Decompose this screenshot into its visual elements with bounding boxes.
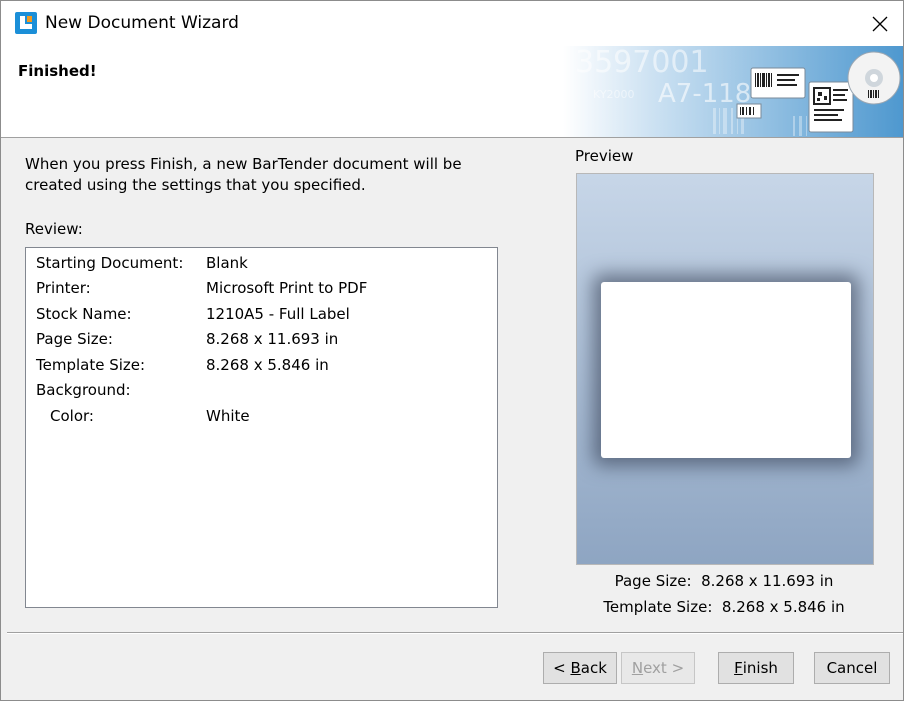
review-key: Color: (50, 407, 94, 425)
preview-template-size-value: 8.268 x 5.846 in (721, 598, 845, 616)
window-title: New Document Wizard (45, 13, 239, 33)
review-key: Printer: (36, 279, 91, 297)
banner-small-text: KY2000 (593, 88, 635, 101)
review-key: Page Size: (36, 330, 113, 348)
intro-text: When you press Finish, a new BarTender d… (25, 155, 462, 194)
back-button-prefix: < (553, 659, 571, 677)
review-value: 8.268 x 11.693 in (206, 330, 339, 348)
cancel-button[interactable]: Cancel (814, 652, 890, 684)
review-key: Stock Name: (36, 305, 132, 323)
review-value: 8.268 x 5.846 in (206, 356, 329, 374)
title-bar: New Document Wizard (1, 1, 903, 46)
preview-page-size-label: Page Size: (614, 572, 692, 590)
preview-page-size-value: 8.268 x 11.693 in (701, 572, 834, 590)
preview-template-size-label: Template Size: (603, 598, 713, 616)
finish-button-hotkey: F (734, 659, 743, 677)
back-button[interactable]: < Back (543, 652, 617, 684)
back-button-label: ack (580, 659, 607, 677)
review-value: White (206, 407, 250, 425)
preview-template-size: Template Size: 8.268 x 5.846 in (576, 598, 872, 616)
review-value: Microsoft Print to PDF (206, 279, 368, 297)
finish-button-label: inish (742, 659, 778, 677)
bartender-app-icon (15, 12, 37, 34)
next-button[interactable]: Next > (621, 652, 695, 684)
preview-page-size: Page Size: 8.268 x 11.693 in (576, 572, 872, 590)
back-button-hotkey: B (570, 659, 581, 677)
review-value: 1210A5 - Full Label (206, 305, 350, 323)
next-button-label: ext > (643, 659, 685, 677)
finish-button[interactable]: Finish (718, 652, 794, 684)
review-value: Blank (206, 254, 248, 272)
review-key: Starting Document: (36, 254, 184, 272)
review-key: Background: (36, 381, 131, 399)
next-button-hotkey: N (631, 659, 644, 677)
review-label: Review: (25, 220, 83, 238)
wizard-window: New Document Wizard Finished! 3597001 A7… (0, 0, 904, 701)
banner-number-text: 3597001 (575, 46, 709, 80)
review-key: Template Size: (36, 356, 146, 374)
header-banner-image: 3597001 A7-118 KY2000 (563, 46, 903, 137)
preview-label: Preview (575, 147, 634, 165)
review-list: Starting Document: Blank Printer: Micros… (25, 247, 498, 608)
page-title: Finished! (18, 62, 97, 80)
preview-panel (576, 173, 874, 565)
preview-template-page (601, 282, 851, 458)
wizard-header: Finished! 3597001 A7-118 KY2000 (1, 46, 903, 138)
footer-divider (7, 632, 903, 634)
close-button[interactable] (857, 1, 903, 46)
close-icon (872, 16, 888, 31)
